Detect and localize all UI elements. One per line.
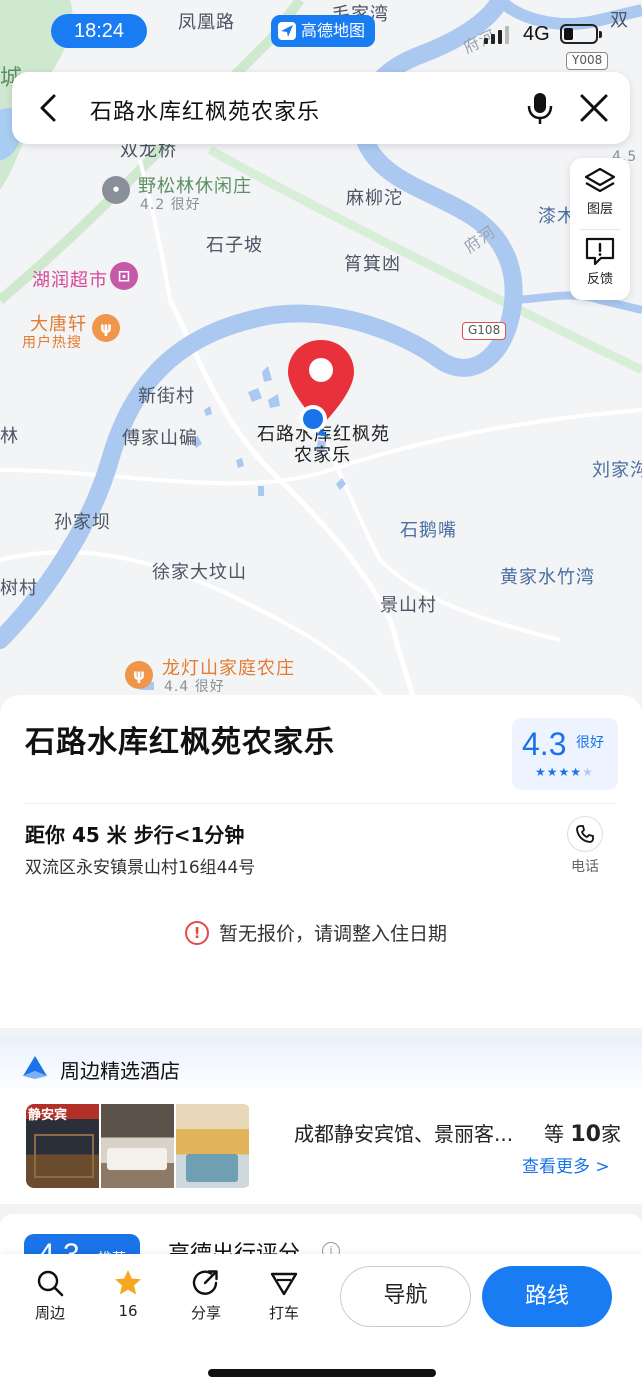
map-label-place: 石子坡 (206, 235, 263, 256)
bottom-action-bar: 周边 16 分享 打车 导航 路线 (0, 1254, 642, 1389)
feedback-label: 反馈 (586, 272, 613, 287)
map-poi-label[interactable]: 湖润超市 (32, 266, 108, 292)
hotel-photo[interactable]: 静安宾 (26, 1104, 99, 1188)
map-label-place: 新街村 (138, 386, 195, 407)
hotel-count-suffix: 家 (600, 1122, 621, 1146)
taxi-icon (270, 1272, 298, 1296)
nearby-button[interactable]: 周边 (22, 1268, 78, 1323)
shopping-cart-icon[interactable]: ⊡ (110, 262, 138, 290)
rating-score: 4.3 (522, 726, 567, 762)
search-icon (37, 1270, 64, 1297)
nearby-label: 周边 (34, 1304, 65, 1322)
star-icon: ★ (546, 765, 558, 779)
map-label-place: 筲箕凼 (344, 254, 401, 275)
network-type: 4G (523, 23, 550, 45)
map-label-place: 景山村 (380, 595, 437, 616)
map-label-place: 刘家沟 (592, 460, 642, 481)
star-icon: ★ (558, 765, 570, 779)
map-poi-rating: 4.4 很好 (164, 679, 225, 695)
search-bar[interactable]: 石路水库红枫苑农家乐 (12, 72, 630, 144)
layers-button[interactable]: 图层 (570, 160, 630, 230)
restaurant-icon[interactable]: ψ (125, 661, 153, 689)
feedback-icon (585, 237, 615, 266)
map-label-place: 傅家山碥 (122, 428, 198, 449)
restaurant-icon[interactable]: ψ (92, 314, 120, 342)
share-button[interactable]: 分享 (178, 1268, 234, 1323)
layers-label: 图层 (586, 202, 613, 217)
map-label-place: 林 (0, 426, 19, 447)
hotel-brand-icon (23, 1056, 47, 1079)
place-address[interactable]: 双流区永安镇景山村16组44号 (25, 853, 255, 878)
hotel-photo[interactable] (176, 1104, 249, 1188)
hotel-count: 等 10家 (544, 1118, 621, 1147)
navigation-arrow-icon (278, 22, 296, 40)
hotel-thumbnails[interactable]: 静安宾 (26, 1104, 251, 1188)
star-icon: ★ (570, 765, 582, 779)
see-more-link[interactable]: 查看更多 > (522, 1152, 610, 1177)
map-label-place: 徐家大坟山 (152, 562, 247, 583)
rating-label: 很好 (576, 735, 604, 751)
phone-button[interactable]: 电话 (563, 816, 607, 876)
status-time: 18:24 (51, 14, 147, 48)
navigate-button[interactable]: 导航 (340, 1266, 471, 1327)
place-card: 石路水库红枫苑农家乐 4.3 很好 ★ ★ ★ ★ ★ 距你 45 米 步行<1分钟 双… (0, 695, 642, 1028)
microphone-icon[interactable] (524, 90, 556, 126)
map-label-place: 黄家水竹湾 (500, 567, 595, 588)
rating-box[interactable]: 4.3 很好 ★ ★ ★ ★ ★ (512, 718, 618, 790)
warning-icon: ! (185, 920, 209, 945)
star-icon: ★ (535, 765, 546, 779)
favorite-count: 16 (118, 1302, 138, 1320)
app-badge-label: 高德地图 (301, 21, 366, 40)
map-poi-sub: 用户热搜 (22, 335, 82, 351)
back-arrow-icon[interactable] (32, 90, 68, 126)
poi-pin-icon[interactable]: • (102, 176, 130, 204)
battery-icon (560, 24, 602, 44)
nearby-hotels-section[interactable]: 周边精选酒店 静安宾 成都静安宾馆、景丽客... 等 10家 查看更多 > (0, 1036, 642, 1204)
signal-icon (484, 26, 509, 44)
map-label-place: 麻柳沱 (346, 188, 403, 209)
place-title: 石路水库红枫苑农家乐 (25, 725, 335, 760)
close-icon[interactable] (576, 90, 612, 126)
divider (25, 803, 617, 804)
phone-icon (576, 825, 594, 843)
hotel-count-prefix: 等 (544, 1122, 564, 1146)
home-indicator[interactable] (208, 1369, 436, 1377)
route-button[interactable]: 路线 (482, 1266, 612, 1327)
hotel-photo[interactable] (101, 1104, 174, 1188)
share-label: 分享 (190, 1304, 221, 1322)
price-notice: ! 暂无报价，请调整入住日期 (185, 919, 447, 946)
map-selected-label[interactable]: 农家乐 (294, 441, 351, 467)
hotel-sign: 静安宾 (28, 1108, 68, 1123)
search-query[interactable]: 石路水库红枫苑农家乐 (90, 94, 320, 126)
taxi-button[interactable]: 打车 (256, 1268, 312, 1323)
map-poi-rating: 4.2 很好 (140, 197, 201, 213)
layers-icon (584, 167, 616, 193)
my-location-icon (299, 405, 329, 437)
road-shield: G108 (462, 322, 507, 340)
rating-stars: ★ ★ ★ ★ ★ (535, 766, 593, 778)
star-icon (115, 1270, 141, 1295)
share-icon (192, 1270, 218, 1295)
section-title: 周边精选酒店 (60, 1059, 180, 1083)
map-label-place: 孙家坝 (54, 512, 111, 533)
hotel-names: 成都静安宾馆、景丽客... (294, 1122, 514, 1146)
hotel-count-value: 10 (570, 1122, 601, 1147)
price-notice-text: 暂无报价，请调整入住日期 (219, 923, 448, 945)
map-label-place: 树村 (0, 578, 38, 599)
map-tools: 图层 反馈 (570, 158, 630, 300)
taxi-label: 打车 (268, 1304, 299, 1322)
status-bar: 18:24 高德地图 4G (0, 0, 642, 62)
map-label-place: 石鹅嘴 (400, 520, 457, 541)
star-icon: ★ (582, 765, 593, 779)
feedback-button[interactable]: 反馈 (570, 230, 630, 300)
distance-info: 距你 45 米 步行<1分钟 (25, 823, 245, 847)
phone-label: 电话 (571, 859, 599, 875)
app-badge[interactable]: 高德地图 (271, 15, 376, 47)
favorite-button[interactable]: 16 (100, 1268, 156, 1320)
